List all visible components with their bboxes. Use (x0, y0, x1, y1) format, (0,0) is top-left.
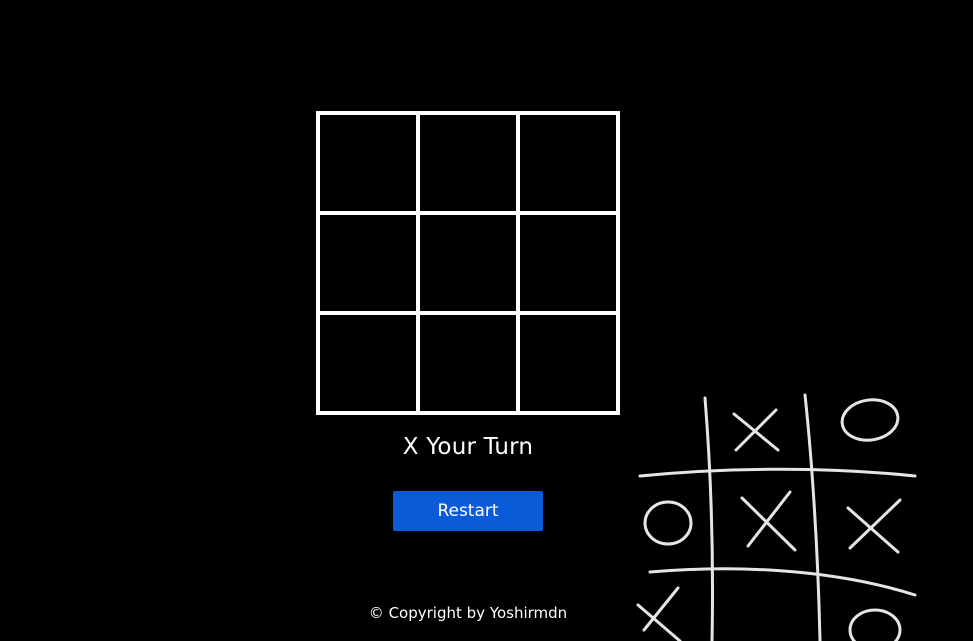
game-board (316, 111, 620, 415)
chalk-line-h2 (648, 567, 917, 597)
chalk-line-h1 (638, 467, 917, 478)
chalk-board-drawing (636, 393, 917, 641)
chalk-x-mid-right (846, 498, 902, 554)
chalk-x-bottom-left (636, 586, 682, 641)
board-cell-5[interactable] (418, 213, 518, 313)
board-cell-7[interactable] (318, 313, 418, 413)
board-cell-1[interactable] (318, 113, 418, 213)
restart-button[interactable]: Restart (393, 491, 543, 531)
chalk-x-mid-center (740, 490, 797, 552)
game-screen: X Your Turn Restart © Copyright by Yoshi… (0, 0, 973, 641)
board-cell-4[interactable] (318, 213, 418, 313)
chalk-o-mid-left (643, 500, 693, 546)
chalk-x-top-middle (732, 408, 780, 452)
chalk-o-bottom-right (848, 608, 902, 641)
chalk-o-top-right (840, 398, 900, 442)
board-cell-8[interactable] (418, 313, 518, 413)
board-cell-2[interactable] (418, 113, 518, 213)
chalk-line-v2 (803, 393, 822, 641)
board-cell-3[interactable] (518, 113, 618, 213)
copyright-footer: © Copyright by Yoshirmdn (368, 604, 568, 622)
board-cell-6[interactable] (518, 213, 618, 313)
tic-tac-toe-illustration (630, 390, 930, 641)
chalk-line-v1 (703, 396, 715, 641)
turn-status: X Your Turn (402, 434, 534, 460)
board-cell-9[interactable] (518, 313, 618, 413)
